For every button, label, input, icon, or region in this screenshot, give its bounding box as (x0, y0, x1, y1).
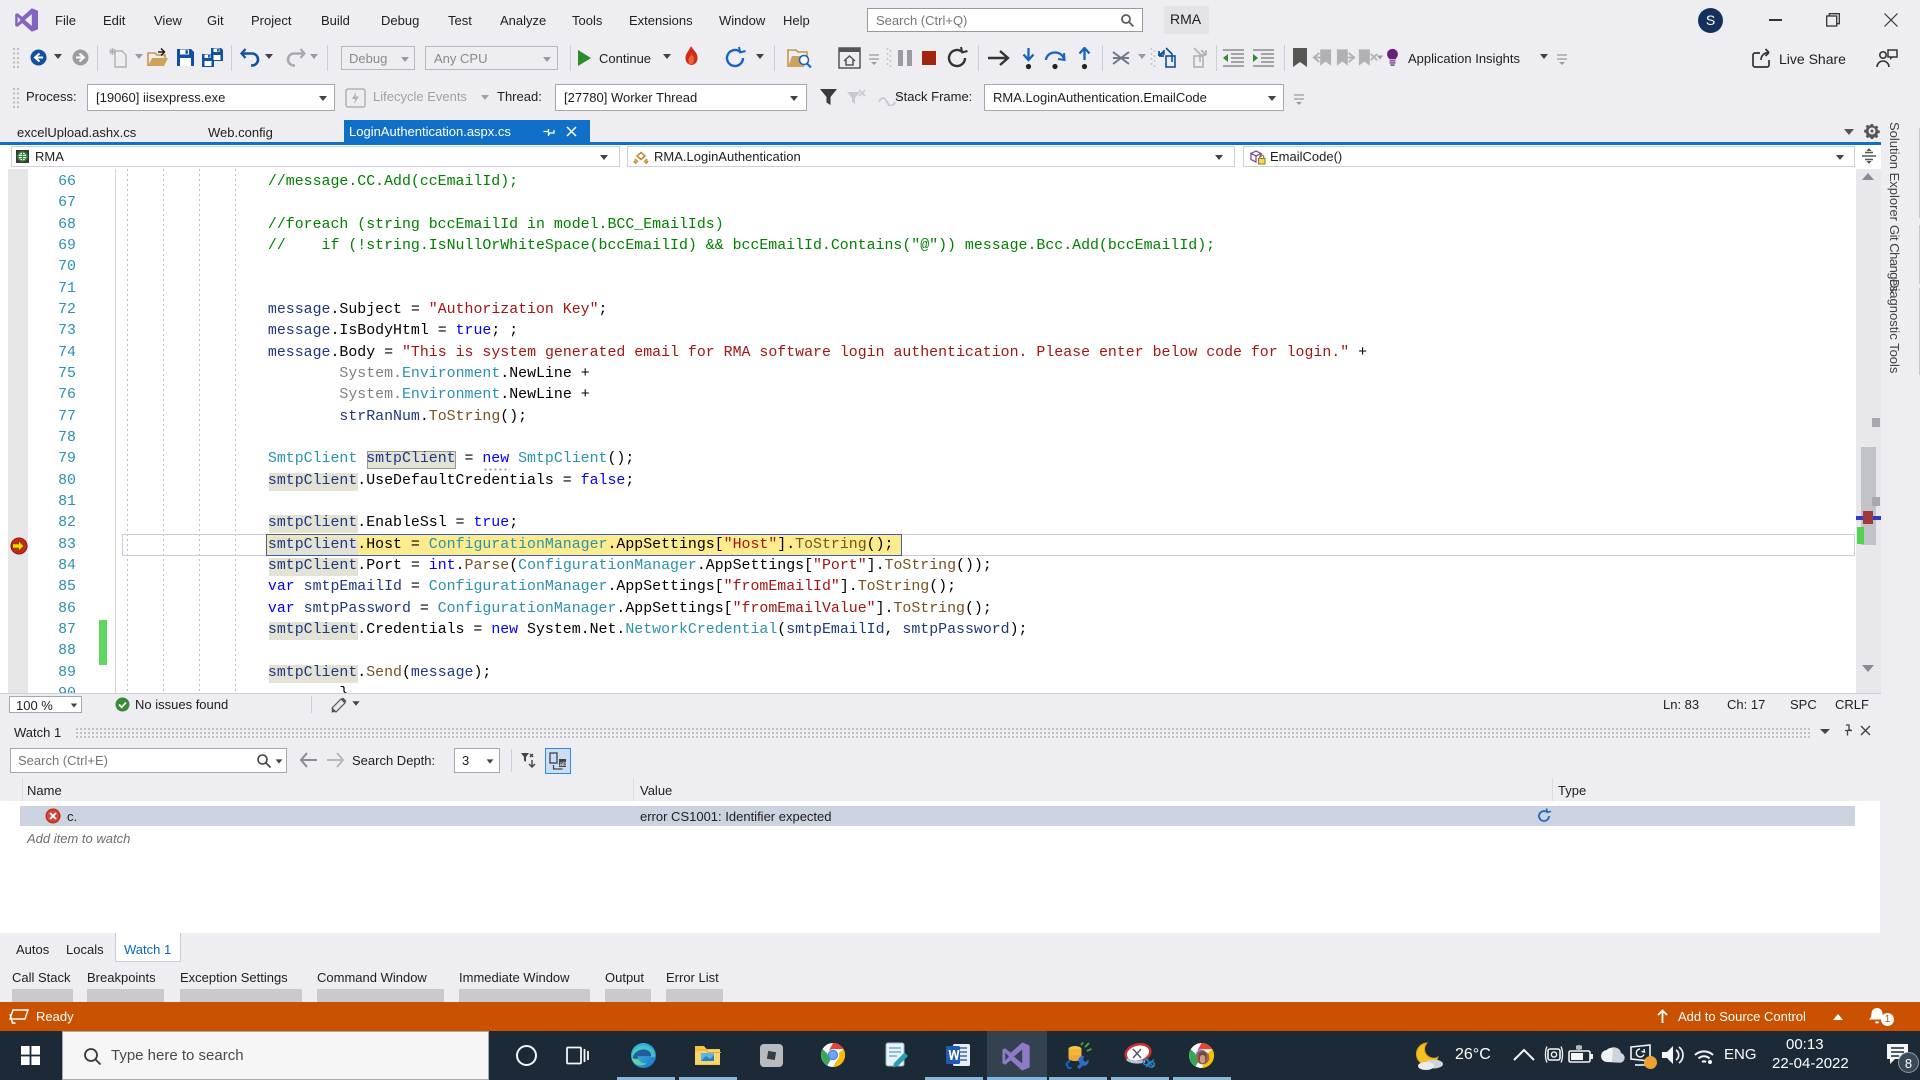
svg-text:ab: ab (560, 761, 568, 768)
